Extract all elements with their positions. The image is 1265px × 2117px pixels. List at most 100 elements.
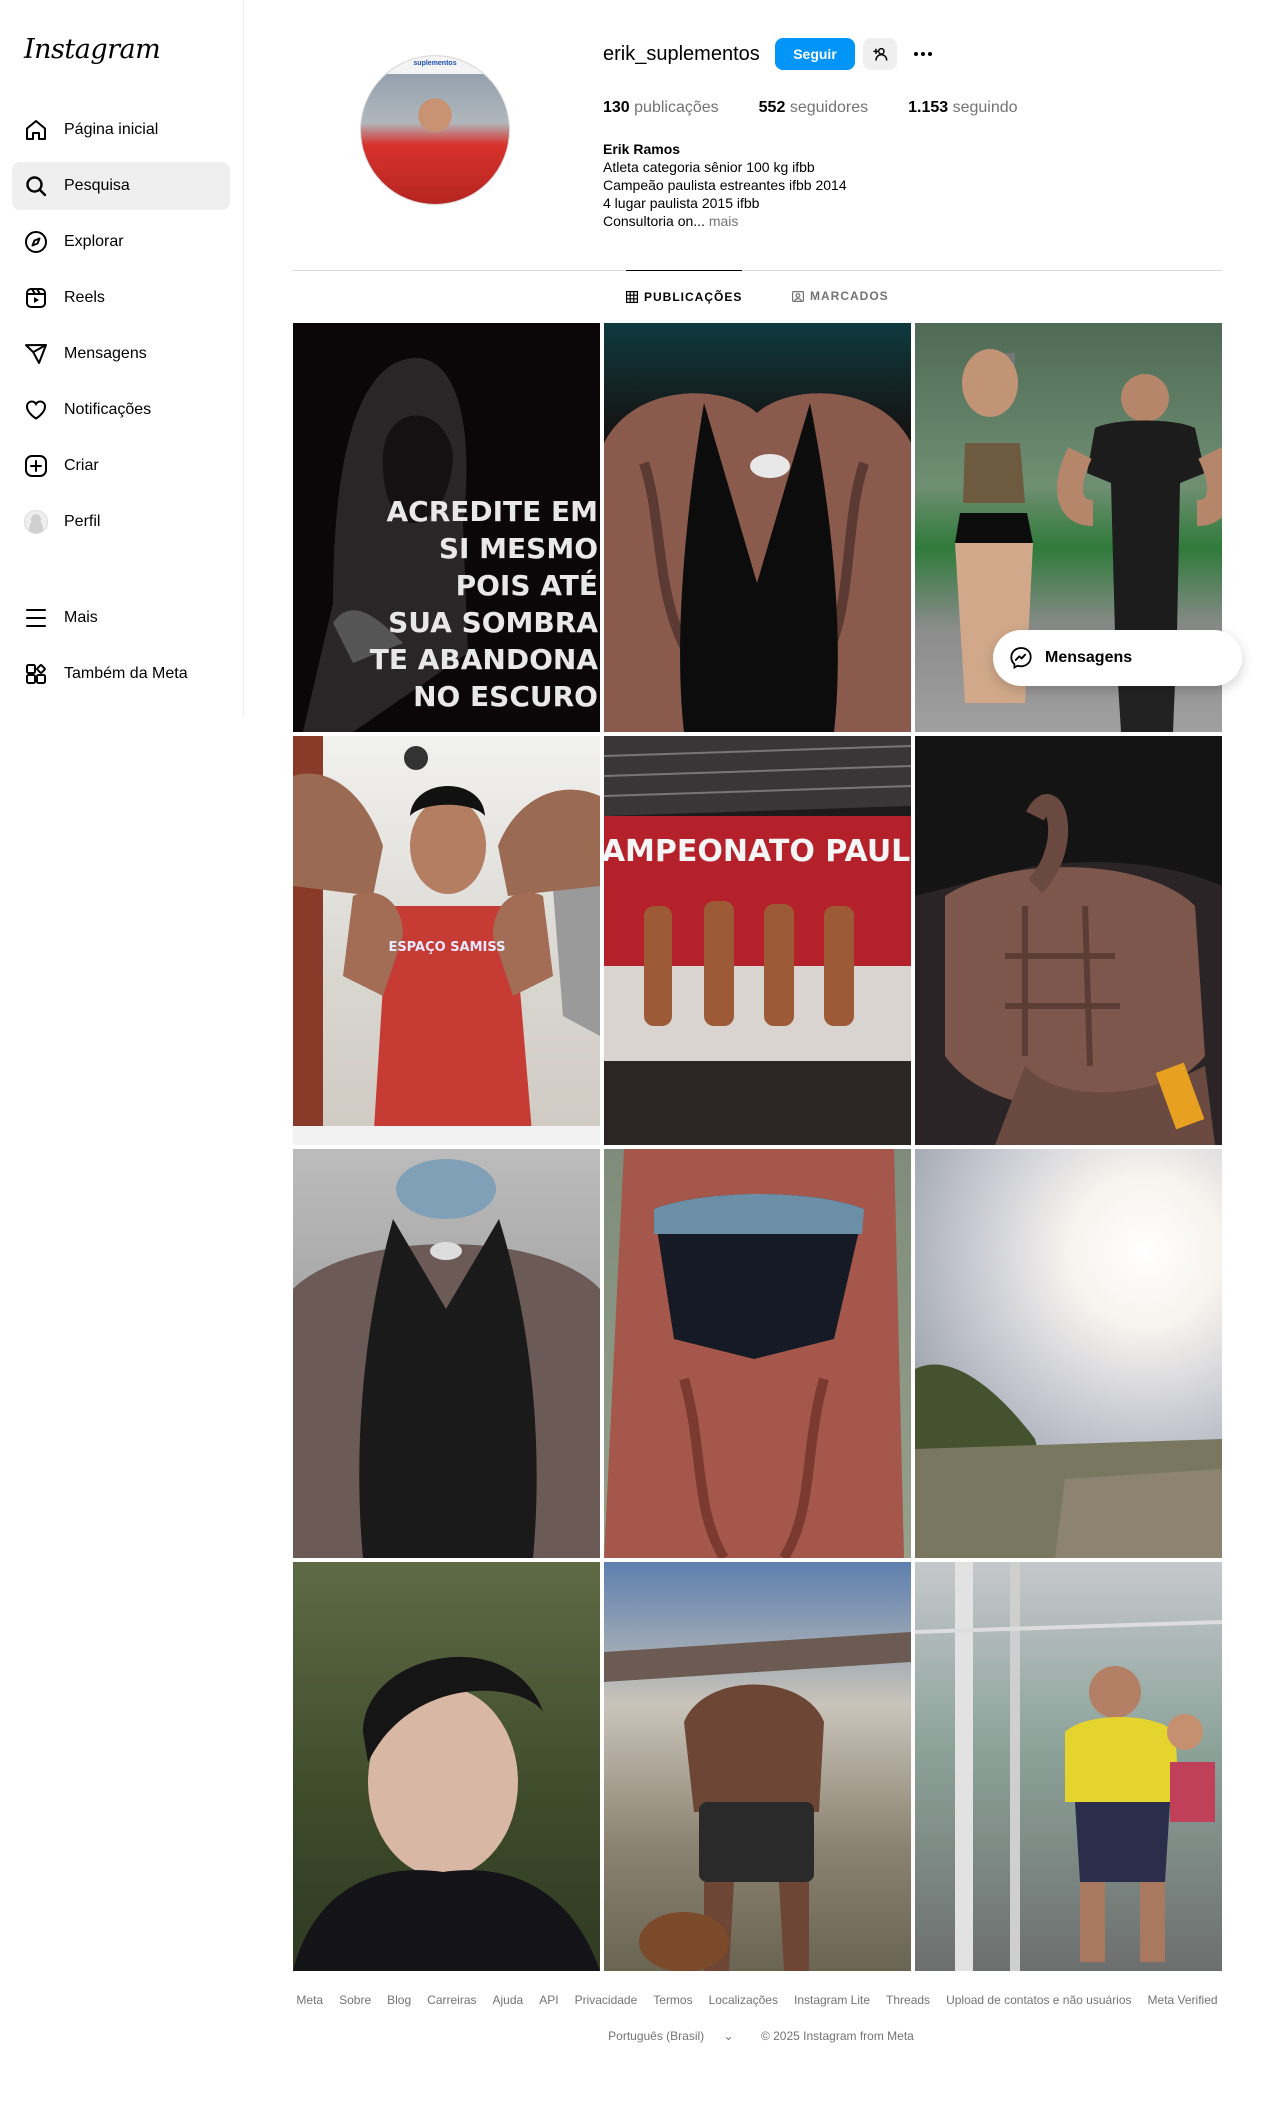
- compass-icon: [25, 231, 47, 253]
- stat-following[interactable]: 1.153 seguindo: [908, 99, 1017, 117]
- post-image: [604, 393, 911, 732]
- tab-posts[interactable]: PUBLICAÇÕES: [626, 270, 743, 322]
- post-image: [915, 1364, 1222, 1558]
- sidebar-item-label: Notificações: [64, 401, 152, 418]
- footer-link[interactable]: Carreiras: [427, 1993, 476, 2007]
- profile-bio: Erik Ramos Atleta categoria sênior 100 k…: [603, 140, 847, 230]
- bio-name: Erik Ramos: [603, 141, 681, 157]
- language-label: Português (Brasil): [608, 2029, 705, 2043]
- post-image: [604, 1632, 911, 1971]
- sidebar-item-label: Explorar: [64, 233, 124, 250]
- plus-square-icon: [25, 455, 47, 477]
- footer-link[interactable]: API: [539, 1993, 558, 2007]
- post-tile[interactable]: [604, 323, 911, 732]
- post-tile[interactable]: ESPAÇO SAMISS: [293, 736, 600, 1145]
- post-tile[interactable]: [915, 1562, 1222, 1971]
- footer-links: Meta Sobre Blog Carreiras Ajuda API Privacidad…: [292, 1993, 1222, 2007]
- post-image: ACREDITE EM SI MESMO POIS ATÉ SUA SOMBRA…: [293, 323, 600, 732]
- profile-stats: 130 publicações 552 seguidores 1.153 seg…: [603, 99, 1058, 117]
- post-image: ESPAÇO SAMISS: [293, 736, 600, 1145]
- options-button[interactable]: [906, 38, 940, 70]
- messages-floating-button[interactable]: Mensagens: [993, 630, 1242, 686]
- footer-link[interactable]: Localizações: [709, 1993, 778, 2007]
- stat-label: publicações: [634, 99, 719, 116]
- profile-picture-caption: suplementos: [361, 56, 509, 74]
- footer-link[interactable]: Sobre: [339, 1993, 371, 2007]
- sidebar-item-more[interactable]: Mais: [12, 594, 230, 642]
- sidebar-item-label: Criar: [64, 457, 99, 474]
- sidebar-item-messages[interactable]: Mensagens: [12, 330, 230, 378]
- sidebar-item-label: Pesquisa: [64, 177, 130, 194]
- sidebar: Instagram Página inicial Pesquisa Explor…: [0, 0, 244, 716]
- stat-posts: 130 publicações: [603, 99, 719, 117]
- reels-icon: [26, 288, 46, 308]
- menu-icon: [26, 609, 46, 627]
- language-selector[interactable]: Português (Brasil) ⌄: [600, 2029, 741, 2043]
- footer-link[interactable]: Threads: [886, 1993, 930, 2007]
- home-icon: [26, 120, 46, 140]
- footer-link[interactable]: Meta Verified: [1148, 1993, 1218, 2007]
- post-tile[interactable]: [604, 1149, 911, 1558]
- stat-count: 1.153: [908, 99, 949, 116]
- footer-link[interactable]: Instagram Lite: [794, 1993, 870, 2007]
- suggest-users-button[interactable]: [863, 38, 897, 70]
- contest-banner-text: 5º CAMPEONATO PAULISTA: [604, 834, 911, 869]
- sidebar-item-meta[interactable]: Também da Meta: [12, 650, 230, 698]
- poster-text-line: NO ESCURO: [413, 680, 598, 713]
- post-image: [293, 1159, 600, 1558]
- bio-more-link[interactable]: mais: [709, 213, 739, 229]
- footer-link[interactable]: Upload de contatos e não usuários: [946, 1993, 1131, 2007]
- tab-label: MARCADOS: [810, 289, 889, 303]
- sidebar-item-create[interactable]: Criar: [12, 442, 230, 490]
- bio-line: Consultoria on... mais: [603, 212, 847, 230]
- sidebar-item-home[interactable]: Página inicial: [12, 106, 230, 154]
- footer: Meta Sobre Blog Carreiras Ajuda API Privacidad…: [292, 1993, 1222, 2043]
- post-tile[interactable]: [915, 736, 1222, 1145]
- post-tile[interactable]: [293, 1149, 600, 1558]
- more-icon: [914, 52, 932, 56]
- post-tile[interactable]: [293, 1562, 600, 1971]
- avatar: [24, 510, 48, 534]
- bio-line: Atleta categoria sênior 100 kg ifbb: [603, 159, 815, 175]
- sidebar-item-label: Perfil: [64, 513, 101, 530]
- post-tile[interactable]: ACREDITE EM SI MESMO POIS ATÉ SUA SOMBRA…: [293, 323, 600, 732]
- post-tile[interactable]: [604, 1562, 911, 1971]
- sidebar-item-profile[interactable]: Perfil: [12, 498, 230, 546]
- instagram-logo[interactable]: Instagram: [24, 34, 161, 65]
- sidebar-item-search[interactable]: Pesquisa: [12, 162, 230, 210]
- copyright: © 2025 Instagram from Meta: [760, 2029, 914, 2043]
- sidebar-item-label: Também da Meta: [64, 665, 188, 682]
- chevron-down-icon: ⌄: [723, 2029, 734, 2043]
- footer-link[interactable]: Meta: [296, 1993, 323, 2007]
- post-image: [915, 1562, 1222, 1971]
- post-image: 5º CAMPEONATO PAULISTA: [604, 736, 911, 1145]
- poster-text-line: ACREDITE EM: [386, 495, 598, 528]
- footer-link[interactable]: Termos: [653, 1993, 692, 2007]
- footer-link[interactable]: Blog: [387, 1993, 411, 2007]
- footer-link[interactable]: Ajuda: [493, 1993, 524, 2007]
- follow-button[interactable]: Seguir: [775, 38, 855, 70]
- stat-label: seguidores: [789, 99, 869, 116]
- heart-icon: [26, 400, 46, 420]
- messages-label: Mensagens: [1045, 649, 1133, 666]
- profile-picture[interactable]: suplementos: [360, 55, 510, 205]
- post-image: [293, 1656, 600, 1971]
- post-tile[interactable]: [915, 1149, 1222, 1558]
- poster-text-line: TE ABANDONA: [370, 643, 599, 676]
- post-tile[interactable]: 5º CAMPEONATO PAULISTA: [604, 736, 911, 1145]
- stat-followers[interactable]: 552 seguidores: [759, 99, 868, 117]
- sidebar-item-notifications[interactable]: Notificações: [12, 386, 230, 434]
- tab-tagged[interactable]: MARCADOS: [792, 270, 889, 322]
- bio-line: Campeão paulista estreantes ifbb 2014: [603, 177, 847, 193]
- sidebar-item-reels[interactable]: Reels: [12, 274, 230, 322]
- meta-apps-icon: [26, 664, 46, 684]
- sidebar-item-label: Página inicial: [64, 121, 159, 138]
- grid-icon: [626, 290, 638, 303]
- add-person-icon: [873, 47, 888, 61]
- sidebar-item-explore[interactable]: Explorar: [12, 218, 230, 266]
- footer-bottom: Português (Brasil) ⌄ © 2025 Instagram fr…: [292, 2029, 1222, 2043]
- footer-link[interactable]: Privacidade: [575, 1993, 638, 2007]
- tank-brand-text: ESPAÇO SAMISS: [388, 940, 505, 955]
- tabs-divider: [292, 270, 1222, 271]
- sidebar-item-label: Reels: [64, 289, 105, 306]
